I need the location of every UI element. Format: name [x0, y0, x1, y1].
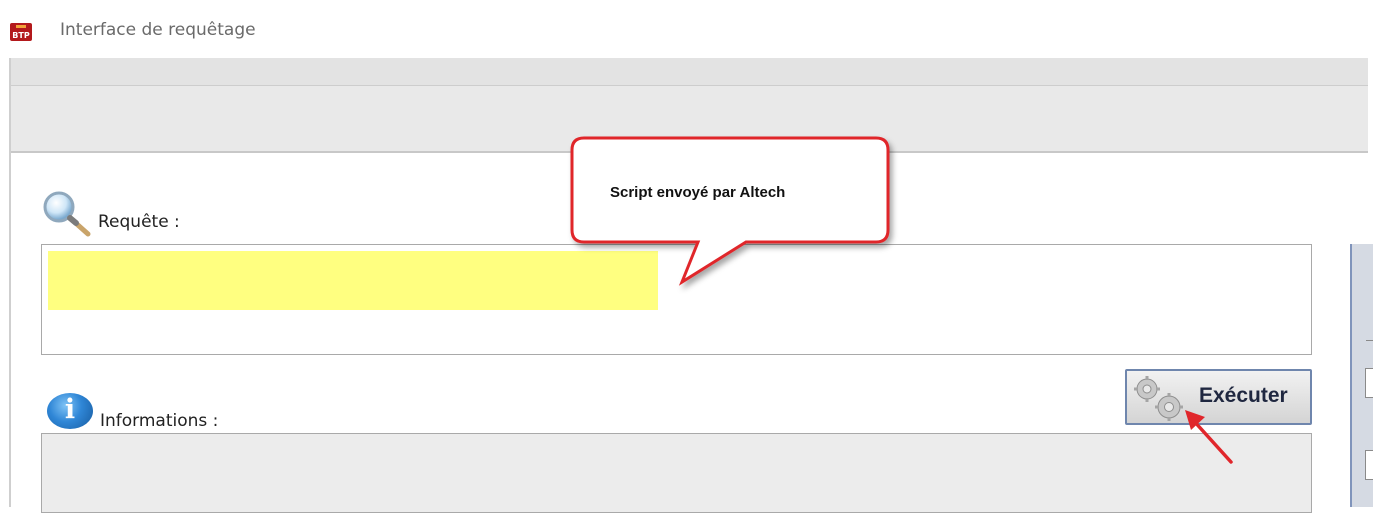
panel-tick [1366, 340, 1373, 341]
panel-field[interactable] [1365, 368, 1373, 398]
menu-bar [11, 58, 1368, 85]
info-icon: i [47, 393, 93, 429]
title-bar: BTP Interface de requêtage [0, 0, 1373, 58]
callout-bubble [570, 136, 890, 286]
right-side-panel [1350, 244, 1373, 507]
annotation-arrow [1185, 410, 1233, 464]
magnifier-icon [43, 191, 91, 237]
app-logo-icon: BTP [10, 23, 32, 41]
window-title: Interface de requêtage [60, 20, 256, 40]
callout-text: Script envoyé par Altech [610, 184, 786, 201]
panel-field[interactable] [1365, 450, 1373, 480]
informations-label: Informations : [100, 411, 219, 431]
informations-output-area [41, 433, 1312, 513]
requete-label: Requête : [98, 212, 180, 232]
